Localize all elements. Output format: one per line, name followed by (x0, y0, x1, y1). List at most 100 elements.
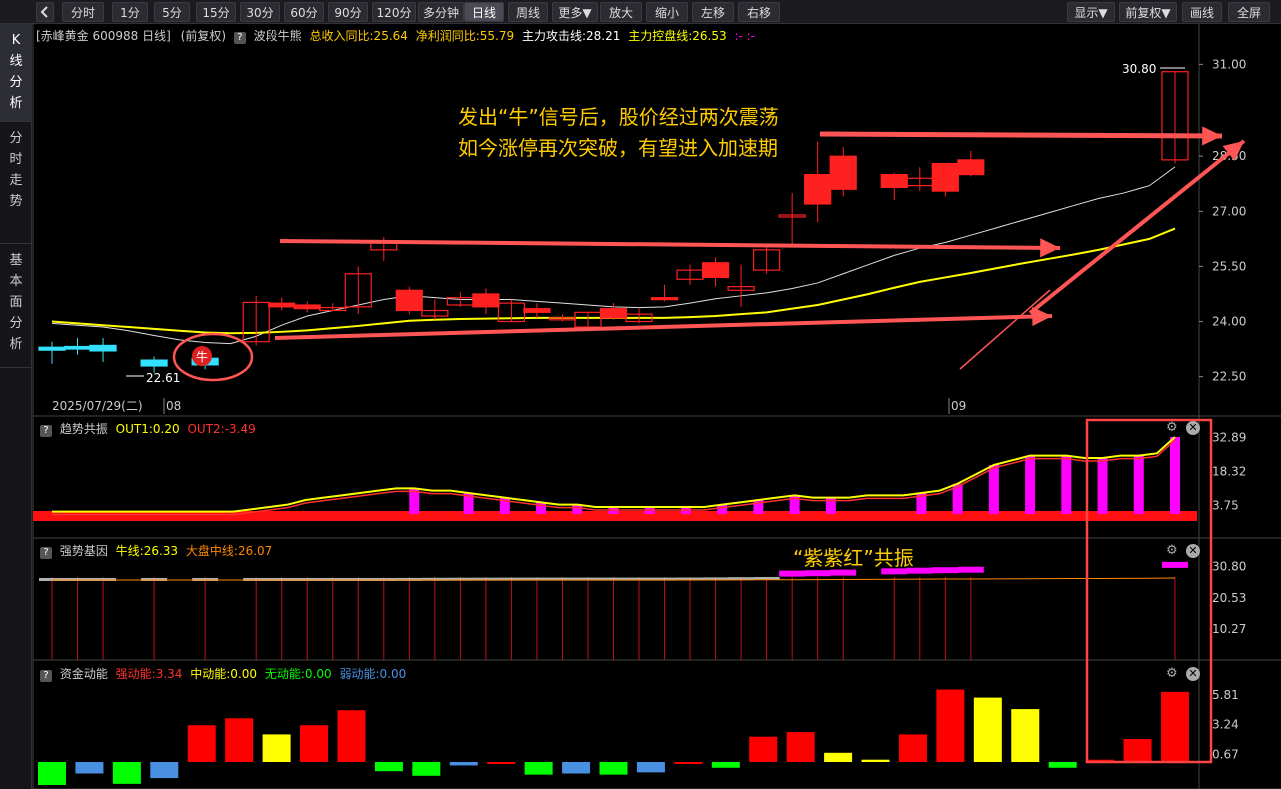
ytick-label-2: 25.50 (1212, 259, 1246, 273)
arrow-lower-shaft (274, 314, 1053, 340)
p2-mark-30 (804, 570, 831, 577)
p3-bar-8 (337, 710, 366, 762)
help-icon[interactable]: ? (40, 547, 52, 559)
arrow-thin (959, 289, 1051, 370)
p3-bar-3 (150, 762, 179, 779)
panel3-info: ? 资金动能 强动能:3.34 中动能:0.00 无动能:0.00 弱动能:0.… (36, 666, 406, 682)
xaxis-month-sep: 09 (951, 399, 966, 413)
candle-body-6 (268, 302, 296, 308)
p3-bar-14 (562, 762, 591, 774)
candle-body-31 (931, 162, 959, 192)
adjust-mode: (前复权) (180, 29, 227, 43)
panel3-strong: 强动能:3.34 (115, 667, 183, 681)
candle-body-21 (650, 297, 679, 301)
panel3-mid: 中动能:0.00 (190, 667, 258, 681)
p1-bar-3 (536, 502, 547, 514)
p3-bar-11 (449, 762, 478, 766)
p3-bar-20 (786, 732, 815, 762)
p3-bar-17 (674, 762, 703, 764)
annotation-line1: 发出“牛”信号后，股价经过两次震荡 (458, 105, 779, 129)
p2-mark-36 (957, 566, 984, 573)
p3-bar-25 (973, 697, 1002, 762)
p1-ytick-1: 18.32 (1212, 464, 1246, 478)
panel2-name: 强势基因 (59, 544, 108, 558)
p3-bar-1 (75, 762, 104, 774)
arrow-upper-head (1202, 126, 1222, 146)
p1-bar-18 (1133, 455, 1144, 514)
panel2-market: 大盘中线:26.07 (185, 544, 273, 558)
p3-bar-6 (262, 734, 291, 762)
bull-circle (172, 332, 254, 382)
p1-bar-19 (1170, 437, 1180, 514)
stock-title: [赤峰黄金 600988 日线] (36, 29, 171, 43)
p1-bar-17 (1097, 458, 1108, 514)
p3-bar-24 (936, 689, 965, 762)
arrow-diagonal-shaft (1028, 139, 1246, 315)
p3-bar-18 (711, 762, 740, 768)
candle-body-0 (38, 346, 66, 351)
xaxis-date-label: 2025/07/29(二) (52, 399, 143, 413)
panel3-close-icon[interactable]: ✕ (1186, 667, 1200, 681)
help-icon[interactable]: ? (40, 425, 52, 437)
panel2-close-icon[interactable]: ✕ (1186, 544, 1200, 558)
p1-ytick-0: 3.75 (1212, 498, 1239, 512)
candle-body-14 (472, 293, 500, 308)
p3-bar-27 (1048, 762, 1077, 768)
ytick-label-1: 24.00 (1212, 315, 1246, 329)
p3-bar-9 (374, 762, 403, 772)
candle-body-19 (599, 308, 628, 319)
p2-ytick-2: 30.80 (1212, 560, 1246, 574)
p3-bar-29 (1123, 739, 1152, 762)
p3-bar-10 (412, 762, 441, 776)
help-icon[interactable]: ? (40, 670, 52, 682)
candle-body-1 (63, 345, 92, 350)
main-info-bar: [赤峰黄金 600988 日线] (前复权) ? 波段牛熊 总收入同比:25.6… (36, 27, 755, 45)
p3-bar-16 (636, 762, 665, 773)
p1-ytick-2: 32.89 (1212, 430, 1246, 444)
p3-bar-15 (599, 762, 628, 775)
candle-body-32 (957, 159, 985, 176)
indicator-name: 波段牛熊 (253, 29, 302, 43)
p3-bar-21 (824, 752, 853, 762)
attack-line-value: 主力攻击线:28.21 (521, 29, 621, 43)
p2-mark-35 (932, 567, 959, 574)
p1-bar-14 (988, 465, 999, 514)
p3-bar-26 (1011, 709, 1040, 762)
p3-bar-19 (749, 736, 778, 762)
p3-ytick-0: 0.67 (1212, 747, 1239, 761)
annotation-line2: 如今涨停再次突破，有望进入加速期 (458, 136, 778, 160)
panel1-gear-icon[interactable]: ⚙ (1166, 421, 1180, 435)
panel3-none: 无动能:0.00 (264, 667, 332, 681)
candle-body-7 (293, 304, 321, 310)
p3-bar-30 (1161, 691, 1189, 762)
panel2-info: ? 强势基因 牛线:26.33 大盘中线:26.07 (36, 543, 272, 559)
p3-ytick-2: 5.81 (1212, 688, 1239, 702)
ytick-label-3: 27.00 (1212, 204, 1246, 218)
p2-mark-31 (830, 569, 857, 576)
legend-dots: :- :- (734, 29, 756, 43)
candle-body-27 (804, 173, 832, 205)
panel1-out2: OUT2:-3.49 (187, 422, 256, 436)
panel1-close-icon[interactable]: ✕ (1186, 421, 1200, 435)
purple-red-annotation: “紫紫红”共振 (793, 546, 914, 570)
p3-bar-0 (38, 762, 66, 785)
candle-body-16 (523, 308, 551, 313)
p3-bar-23 (898, 734, 927, 762)
p1-out2-line (52, 439, 1176, 516)
help-icon[interactable]: ? (233, 32, 246, 44)
candle-body-3 (140, 359, 168, 367)
revenue-yoy: 总收入同比:25.64 (309, 29, 408, 43)
p1-out1-line (52, 436, 1176, 513)
panel3-weak: 弱动能:0.00 (339, 667, 407, 681)
panel3-gear-icon[interactable]: ⚙ (1166, 667, 1180, 681)
candle-body-29 (880, 173, 908, 189)
p3-bar-12 (487, 762, 516, 764)
candle-body-28 (829, 155, 857, 190)
panel2-gear-icon[interactable]: ⚙ (1166, 544, 1180, 558)
p3-bar-4 (187, 725, 216, 762)
high-price-label: 30.80 (1122, 62, 1156, 76)
profit-yoy: 净利润同比:55.79 (415, 29, 515, 43)
p1-bar-15 (1025, 455, 1036, 514)
ytick-label-0: 22.50 (1212, 370, 1246, 384)
p2-ytick-1: 20.53 (1212, 591, 1246, 605)
